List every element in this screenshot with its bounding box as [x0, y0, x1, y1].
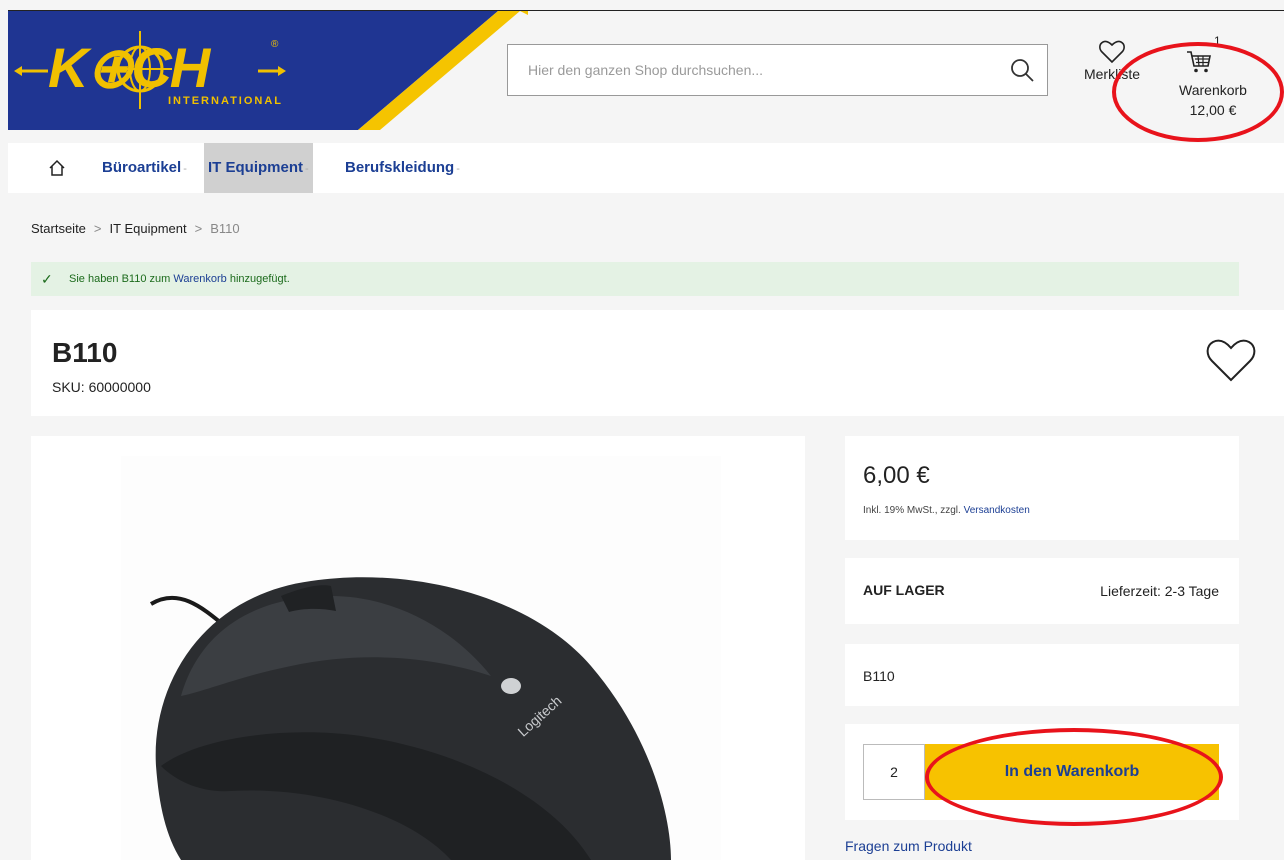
variant-label: B110 — [863, 668, 895, 684]
breadcrumb-current: B110 — [210, 221, 240, 236]
variant-box: B110 — [845, 644, 1239, 706]
breadcrumb-home[interactable]: Startseite — [31, 221, 86, 236]
search-box — [507, 44, 1048, 96]
chevron-down-icon: - — [456, 163, 460, 175]
search-input[interactable] — [508, 45, 988, 95]
cart-label: Warenkorb — [1179, 82, 1247, 98]
quantity-input[interactable] — [863, 744, 925, 800]
site-logo[interactable]: K⊕CH INTERNATIONAL ® — [8, 11, 528, 130]
message-text: Sie haben B110 zum Warenkorb hinzugefügt… — [69, 273, 290, 285]
product-image-gallery[interactable]: Logitech — [31, 436, 805, 860]
price-box: 6,00 € Inkl. 19% MwSt., zzgl. Versandkos… — [845, 436, 1239, 540]
wishlist-label: Merkliste — [1083, 66, 1140, 82]
tax-note: Inkl. 19% MwSt., zzgl. Versandkosten — [863, 505, 1030, 516]
home-icon[interactable] — [48, 159, 66, 177]
logo-registered-mark: ® — [271, 39, 279, 50]
add-to-wishlist-heart-icon[interactable] — [1206, 338, 1256, 384]
nav-item-it-equipment[interactable]: IT Equipment - — [204, 143, 313, 193]
shipping-costs-link[interactable]: Versandkosten — [964, 505, 1030, 516]
stock-status: AUF LAGER — [863, 582, 945, 598]
product-questions-link[interactable]: Fragen zum Produkt — [845, 838, 972, 854]
cart-icon — [1187, 51, 1211, 73]
breadcrumb: Startseite > IT Equipment > B110 — [31, 221, 248, 236]
heart-icon — [1099, 40, 1125, 64]
cart-count-badge: 1 — [1214, 34, 1221, 48]
page-title: B110 — [52, 337, 118, 368]
minicart-link[interactable]: 1 Warenkorb 12,00 € — [1158, 34, 1268, 124]
product-sku: SKU: 60000000 — [52, 379, 151, 395]
nav-item-label: IT Equipment — [208, 159, 303, 176]
nav-item-berufskleidung[interactable]: Berufskleidung - — [341, 143, 464, 193]
product-price: 6,00 € — [863, 462, 930, 489]
checkmark-icon: ✓ — [41, 271, 53, 287]
nav-item-label: Berufskleidung — [345, 159, 455, 176]
add-to-cart-button[interactable]: In den Warenkorb — [925, 744, 1219, 800]
message-suffix: hinzugefügt. — [226, 273, 290, 285]
product-title-box: B110 SKU: 60000000 — [31, 310, 1284, 416]
nav-item-bueroartikel[interactable]: Büroartikel - — [98, 143, 191, 193]
delivery-time: Lieferzeit: 2-3 Tage — [1100, 583, 1219, 599]
logo-wordmark: K⊕CH — [48, 36, 210, 99]
wishlist-link[interactable]: Merkliste — [1072, 40, 1152, 100]
main-navigation: Büroartikel - IT Equipment - Berufskleidun… — [8, 143, 1284, 193]
tax-note-text: Inkl. 19% MwSt., zzgl. — [863, 505, 964, 516]
success-message: ✓ Sie haben B110 zum Warenkorb hinzugefü… — [31, 262, 1239, 296]
cart-total: 12,00 € — [1189, 102, 1237, 118]
add-to-cart-box: In den Warenkorb — [845, 724, 1239, 820]
message-prefix: Sie haben B110 zum — [69, 273, 174, 285]
product-image-mouse — [121, 456, 721, 860]
search-icon[interactable] — [1009, 57, 1035, 83]
breadcrumb-separator: > — [93, 221, 102, 236]
message-cart-link[interactable]: Warenkorb — [173, 273, 226, 285]
logo-subtitle: INTERNATIONAL — [168, 95, 284, 107]
chevron-down-icon: - — [183, 163, 187, 175]
breadcrumb-separator: > — [194, 221, 203, 236]
stock-box: AUF LAGER Lieferzeit: 2-3 Tage — [845, 558, 1239, 624]
breadcrumb-category[interactable]: IT Equipment — [110, 221, 187, 236]
chevron-down-icon: - — [305, 163, 309, 175]
nav-item-label: Büroartikel — [102, 159, 182, 176]
